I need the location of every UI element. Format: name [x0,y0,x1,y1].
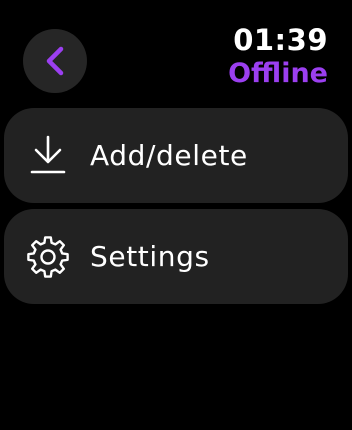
clock: 01:39 [233,23,328,57]
add-delete-label: Add/delete [90,139,248,172]
status-header: 01:39 Offline [228,22,328,90]
back-button[interactable] [23,29,87,93]
connection-status: Offline [228,58,328,89]
settings-label: Settings [90,240,210,273]
settings-button[interactable]: Settings [4,209,348,304]
add-delete-button[interactable]: Add/delete [4,108,348,203]
chevron-left-icon [44,45,66,77]
gear-icon [26,235,70,279]
download-icon [26,134,70,178]
